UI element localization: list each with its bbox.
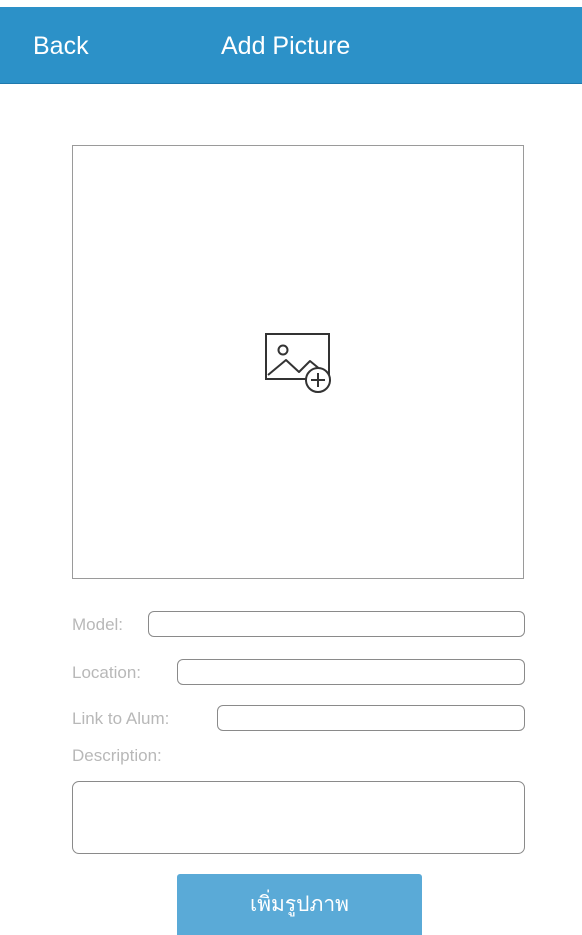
navigation-bar: Back Add Picture: [0, 7, 582, 84]
location-field[interactable]: [177, 659, 525, 685]
description-field[interactable]: [72, 781, 525, 854]
link-to-alum-label: Link to Alum:: [72, 709, 170, 728]
back-button[interactable]: Back: [33, 31, 89, 61]
model-label: Model:: [72, 615, 124, 634]
add-image-icon[interactable]: [263, 331, 337, 395]
link-to-alum-field[interactable]: [217, 705, 525, 731]
page-title: Add Picture: [221, 32, 351, 60]
description-label: Description:: [72, 746, 162, 765]
location-label: Location:: [72, 663, 141, 682]
model-field[interactable]: [148, 611, 525, 637]
add-picture-screen: Back Add Picture Model: Location: Link t…: [0, 0, 582, 935]
add-picture-button[interactable]: เพิ่มรูปภาพ: [177, 874, 422, 935]
